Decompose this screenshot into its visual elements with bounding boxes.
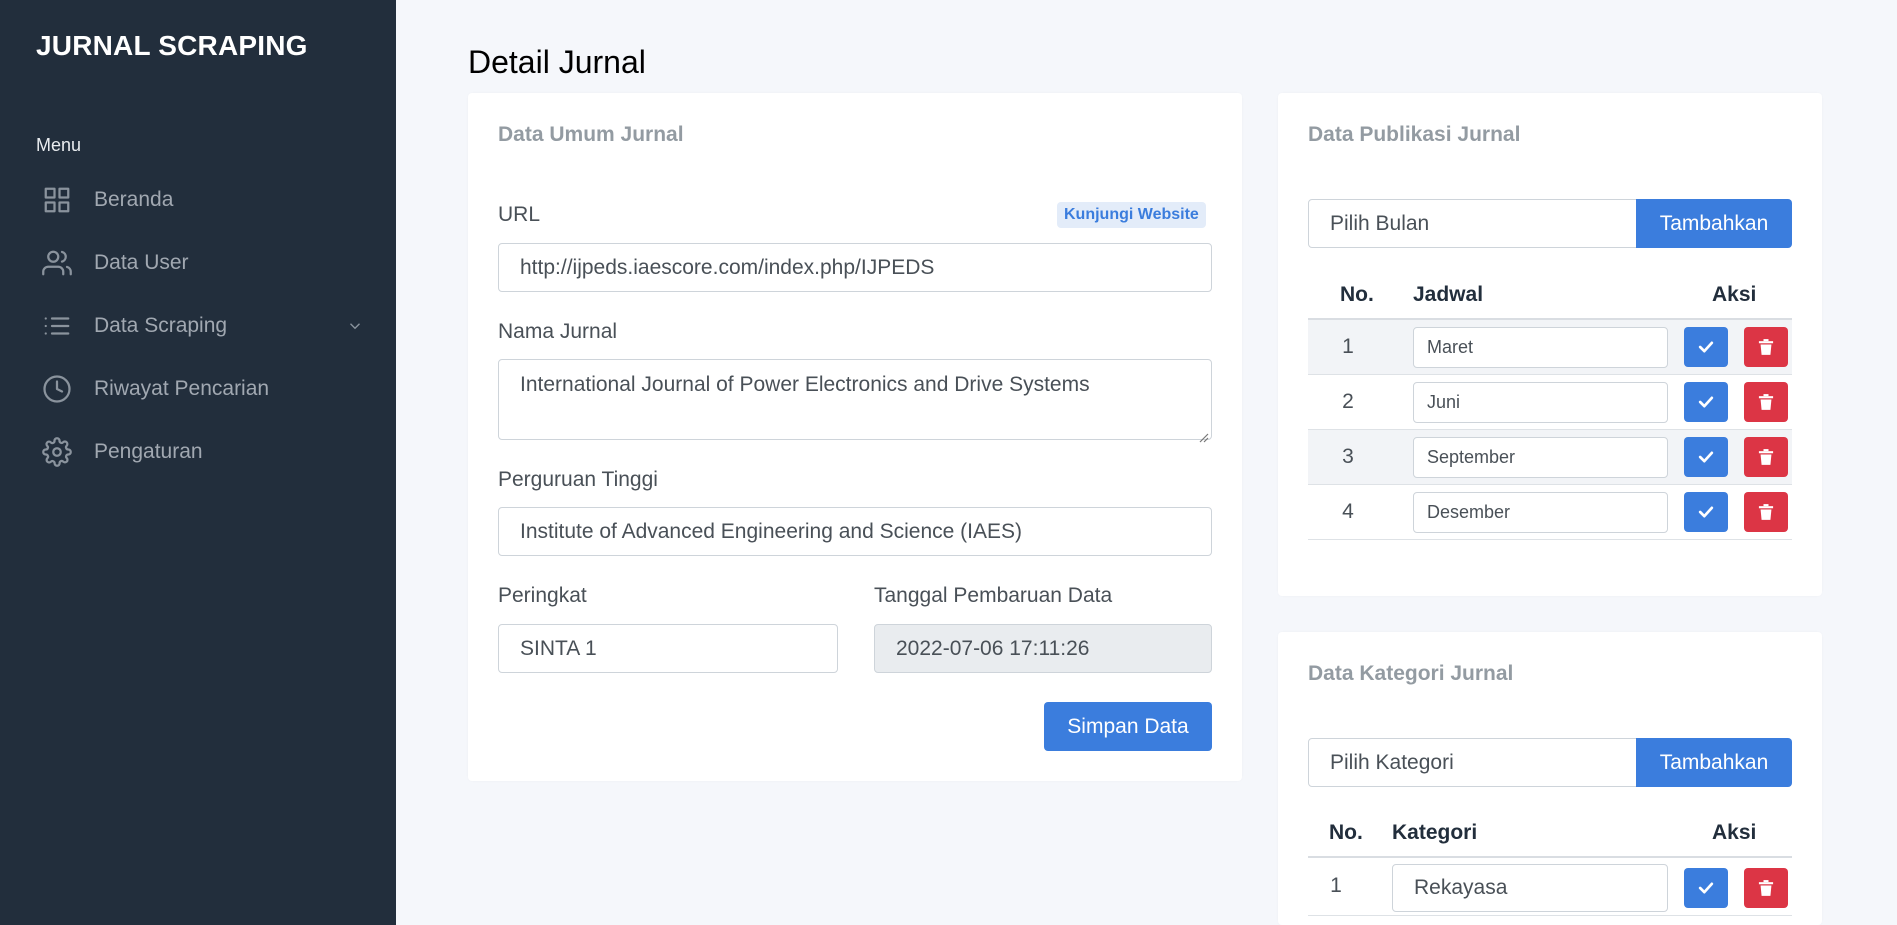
trash-icon [1758,449,1774,465]
category-select[interactable]: Pilih Kategori [1308,738,1638,787]
sidebar-item-label: Data User [94,251,189,274]
general-data-card: Data Umum Jurnal URL Kunjungi Website ht… [468,93,1242,781]
updated-date-input: 2022-07-06 17:11:26 [874,624,1212,673]
sidebar-item-pengaturan[interactable]: Pengaturan [0,421,396,483]
delete-button[interactable] [1744,492,1788,532]
confirm-button[interactable] [1684,437,1728,477]
confirm-button[interactable] [1684,868,1728,908]
category-data-card: Data Kategori Jurnal Pilih Kategori Tamb… [1278,632,1822,925]
row-number: 1 [1330,874,1342,897]
add-category-button[interactable]: Tambahkan [1636,738,1792,787]
column-header-action: Aksi [1712,821,1757,844]
publication-data-card: Data Publikasi Jurnal Pilih Bulan Tambah… [1278,93,1822,596]
table-row: 1 Maret [1308,320,1792,375]
check-icon [1698,506,1714,518]
delete-button[interactable] [1744,382,1788,422]
journal-name-label: Nama Jurnal [498,320,618,343]
check-icon [1698,451,1714,463]
card-title: Data Umum Jurnal [498,123,684,146]
delete-button[interactable] [1744,327,1788,367]
table-row: 4 Desember [1308,485,1792,540]
column-header-schedule: Jadwal [1413,283,1484,306]
row-number: 3 [1342,445,1354,468]
column-header-no: No. [1340,283,1374,306]
row-number: 4 [1342,500,1354,523]
delete-button[interactable] [1744,437,1788,477]
sidebar-item-label: Riwayat Pencarian [94,377,270,400]
sidebar: JURNAL SCRAPING Menu Beranda Data User D… [0,0,396,925]
row-number: 2 [1342,390,1354,413]
grid-icon [42,185,72,215]
delete-button[interactable] [1744,868,1788,908]
confirm-button[interactable] [1684,492,1728,532]
trash-icon [1758,880,1774,896]
brand-title[interactable]: JURNAL SCRAPING [36,30,308,62]
url-input[interactable]: http://ijpeds.iaescore.com/index.php/IJP… [498,243,1212,292]
trash-icon [1758,394,1774,410]
sidebar-item-label: Pengaturan [94,440,203,463]
chevron-down-icon [346,317,364,335]
schedule-input[interactable]: Desember [1413,492,1668,533]
rank-input[interactable]: SINTA 1 [498,624,838,673]
month-select[interactable]: Pilih Bulan [1308,199,1638,248]
journal-name-textarea[interactable]: International Journal of Power Electroni… [498,359,1212,443]
card-title: Data Publikasi Jurnal [1308,123,1521,146]
confirm-button[interactable] [1684,327,1728,367]
column-header-no: No. [1329,821,1363,844]
save-data-button[interactable]: Simpan Data [1044,702,1212,751]
schedule-input[interactable]: September [1413,437,1668,478]
clock-icon [42,374,72,404]
university-label: Perguruan Tinggi [498,468,658,491]
sidebar-item-data-scraping[interactable]: Data Scraping [0,295,396,357]
trash-icon [1758,339,1774,355]
rank-label: Peringkat [498,584,587,607]
url-label: URL [498,203,541,226]
trash-icon [1758,504,1774,520]
confirm-button[interactable] [1684,382,1728,422]
row-number: 1 [1342,335,1354,358]
page-title: Detail Jurnal [468,44,646,80]
sidebar-item-riwayat-pencarian[interactable]: Riwayat Pencarian [0,358,396,420]
university-input[interactable]: Institute of Advanced Engineering and Sc… [498,507,1212,556]
sidebar-item-label: Data Scraping [94,314,228,337]
column-header-action: Aksi [1712,283,1757,306]
schedule-input[interactable]: Juni [1413,382,1668,423]
journal-name-value: International Journal of Power Electroni… [520,373,1090,396]
column-header-category: Kategori [1392,821,1478,844]
sidebar-item-data-user[interactable]: Data User [0,232,396,294]
resize-grip-icon[interactable] [1197,425,1209,443]
add-month-button[interactable]: Tambahkan [1636,199,1792,248]
table-row: 3 September [1308,430,1792,485]
check-icon [1698,341,1714,353]
visit-website-link[interactable]: Kunjungi Website [1057,202,1206,228]
settings-icon [42,437,72,467]
users-icon [42,248,72,278]
table-row: 2 Juni [1308,375,1792,430]
category-input[interactable]: Rekayasa [1392,864,1668,912]
check-icon [1698,882,1714,894]
menu-header: Menu [36,135,82,155]
sidebar-item-label: Beranda [94,188,174,211]
check-icon [1698,396,1714,408]
updated-date-label: Tanggal Pembaruan Data [874,584,1113,607]
list-icon [42,311,72,341]
schedule-input[interactable]: Maret [1413,327,1668,368]
table-row: 1 Rekayasa [1308,858,1792,916]
sidebar-item-beranda[interactable]: Beranda [0,169,396,231]
card-title: Data Kategori Jurnal [1308,662,1514,685]
